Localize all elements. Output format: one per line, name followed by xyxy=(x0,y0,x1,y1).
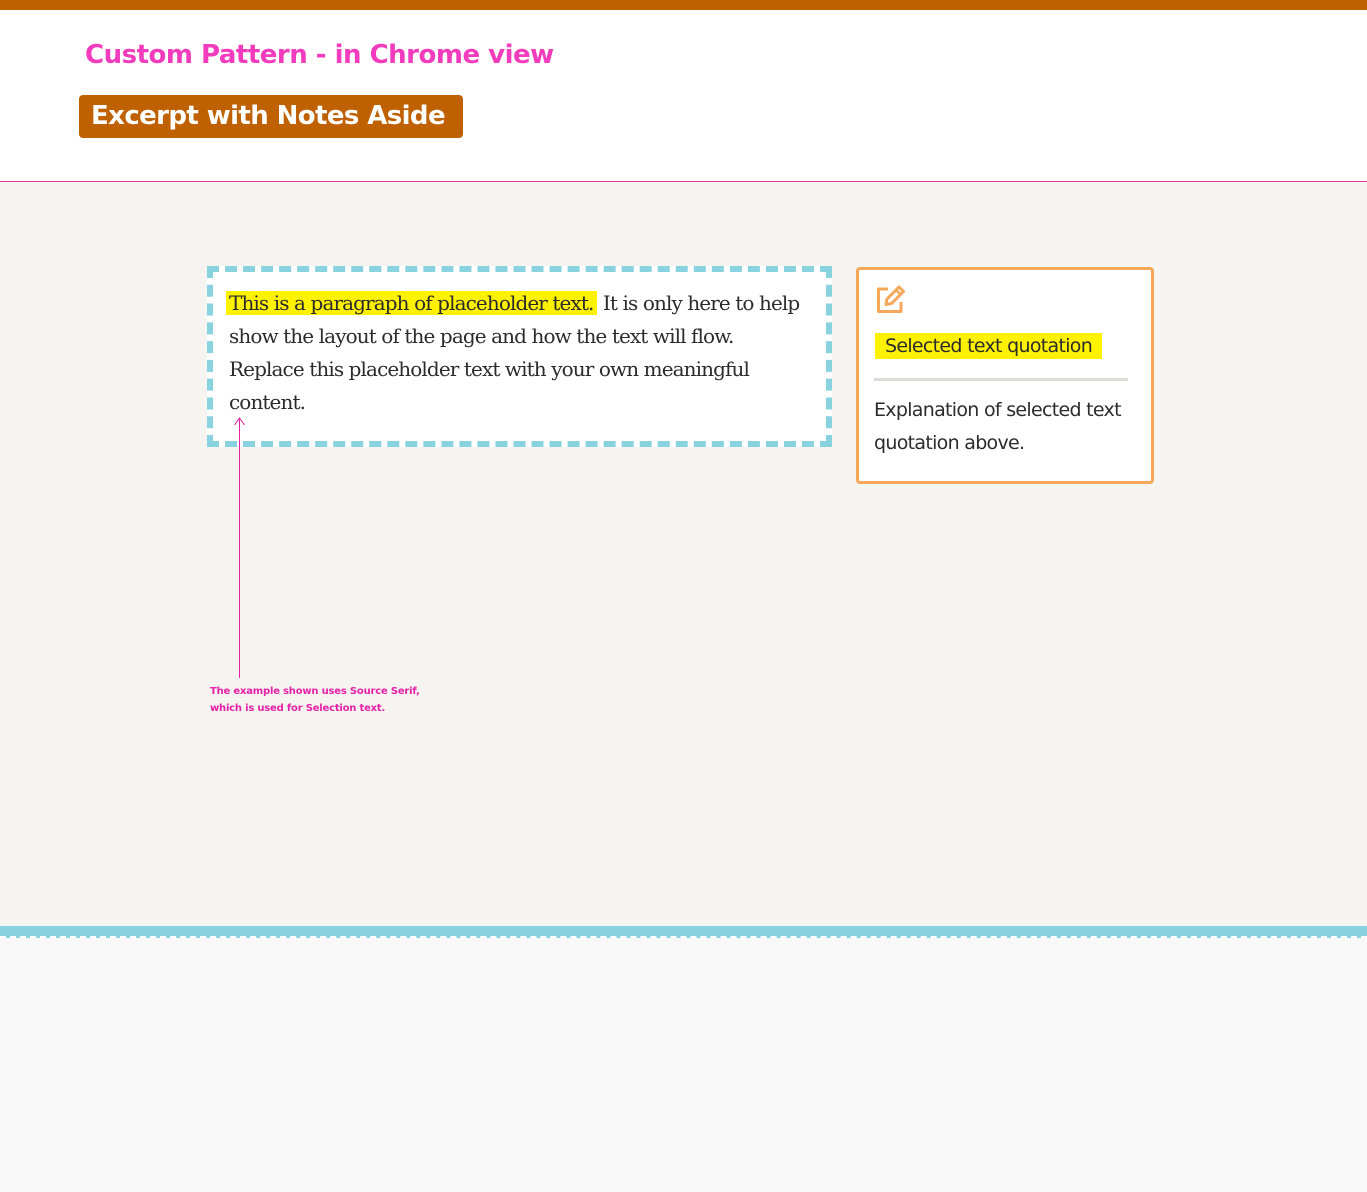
note-quotation: Selected text quotation xyxy=(875,333,1103,359)
note-aside-card: Selected text quotation Explanation of s… xyxy=(856,267,1154,484)
annotation-note: The example shown uses Source Serif, whi… xyxy=(210,686,420,714)
note-divider xyxy=(874,378,1128,381)
excerpt-paragraph[interactable]: This is a paragraph of placeholder text.… xyxy=(226,287,809,419)
excerpt-highlight[interactable]: This is a paragraph of placeholder text. xyxy=(226,291,598,315)
annotation-arrow-icon xyxy=(234,417,245,678)
pattern-name-badge: Excerpt with Notes Aside xyxy=(79,95,463,138)
page-header: Custom Pattern - in Chrome view Excerpt … xyxy=(0,10,1367,182)
top-accent-bar xyxy=(0,0,1367,10)
bottom-dashed-band xyxy=(0,926,1367,938)
excerpt-container: This is a paragraph of placeholder text.… xyxy=(207,266,832,447)
note-explanation: Explanation of selected text quotation a… xyxy=(874,399,1122,454)
page-title: Custom Pattern - in Chrome view xyxy=(85,40,554,70)
edit-icon xyxy=(877,285,905,313)
footer-area xyxy=(0,938,1367,1192)
